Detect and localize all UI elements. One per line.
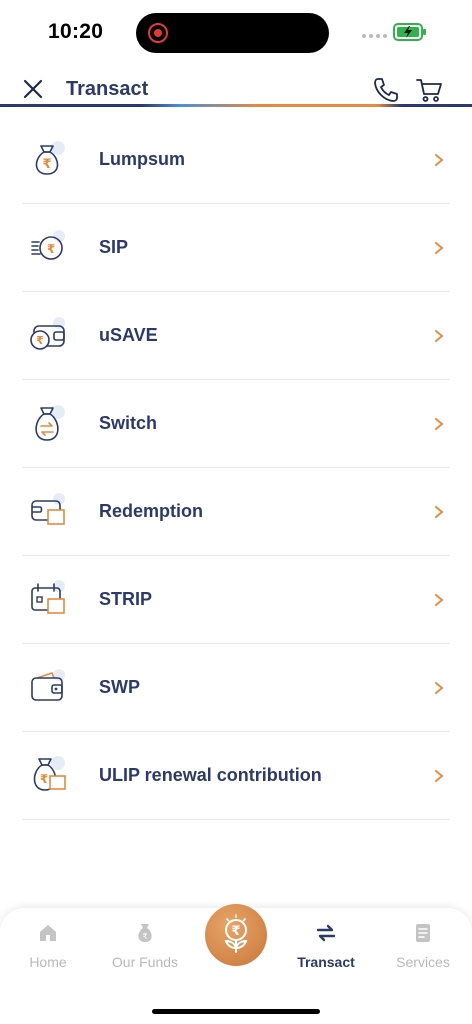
menu-item-sip[interactable]: ₹ SIP — [22, 204, 450, 292]
menu-item-label: Redemption — [99, 501, 204, 521]
nav-item-services[interactable]: Services — [375, 922, 471, 970]
chevron-right-icon — [435, 506, 443, 518]
transact-menu-list: ₹ Lumpsum ₹ SIP ₹ uSAVE Switch Redemptio… — [22, 116, 450, 820]
menu-item-redemption[interactable]: Redemption — [22, 468, 450, 556]
money-bag-switch-icon — [35, 405, 65, 441]
menu-item-switch[interactable]: Switch — [22, 380, 450, 468]
menu-item-lumpsum[interactable]: ₹ Lumpsum — [22, 116, 450, 204]
chevron-right-icon — [435, 770, 443, 782]
svg-text:₹: ₹ — [36, 334, 44, 347]
cart-icon[interactable] — [415, 76, 443, 104]
svg-text:₹: ₹ — [142, 932, 147, 941]
menu-item-usave[interactable]: ₹ uSAVE — [22, 292, 450, 380]
page-title: Transact — [66, 78, 149, 100]
calendar-wallet-icon — [31, 580, 65, 614]
transfer-arrows-icon — [316, 924, 336, 942]
svg-text:₹: ₹ — [231, 924, 240, 939]
signal-icon — [362, 34, 387, 38]
phone-icon[interactable] — [372, 76, 400, 104]
rupee-plant-icon: ₹ — [224, 914, 248, 953]
app-header: Transact — [0, 64, 472, 108]
fund-bag-icon: ₹ — [138, 924, 152, 942]
nav-item-our-funds[interactable]: ₹ Our Funds — [97, 922, 193, 970]
chevron-right-icon — [435, 682, 443, 694]
status-time: 10:20 — [48, 20, 104, 43]
money-bag-rupee-icon: ₹ — [35, 141, 65, 175]
chevron-right-icon — [435, 594, 443, 606]
status-bar: 10:20 — [0, 0, 472, 64]
nav-item-transact[interactable]: Transact — [278, 922, 374, 970]
chevron-right-icon — [435, 242, 443, 254]
nav-label: Home — [29, 954, 67, 970]
chevron-right-icon — [435, 330, 443, 342]
bottom-navigation: Home ₹ Our Funds ₹ Transact Services — [0, 904, 472, 1024]
nav-label: Our Funds — [111, 954, 179, 970]
menu-item-label: uSAVE — [99, 325, 158, 345]
chevron-right-icon — [435, 154, 443, 166]
money-bag-renewal-icon: ₹ — [33, 756, 66, 791]
wallet-rupee-icon: ₹ — [30, 317, 65, 350]
rupee-coin-stack-icon: ₹ — [31, 230, 65, 260]
nav-label: Services — [396, 954, 450, 970]
menu-item-swp[interactable]: SWP — [22, 644, 450, 732]
menu-item-label: STRIP — [99, 589, 153, 609]
nav-item-home[interactable]: Home — [0, 922, 96, 970]
chevron-right-icon — [435, 418, 443, 430]
close-icon[interactable] — [22, 78, 44, 100]
menu-item-label: Lumpsum — [99, 149, 186, 169]
menu-item-label: ULIP renewal contribution — [99, 765, 322, 785]
svg-text:₹: ₹ — [42, 157, 51, 172]
document-icon — [416, 924, 430, 942]
recording-indicator-icon — [148, 23, 168, 43]
wallet-redeem-icon — [31, 493, 65, 525]
svg-text:₹: ₹ — [47, 242, 55, 256]
center-invest-button[interactable]: ₹ — [205, 904, 267, 966]
header-divider — [0, 104, 472, 107]
menu-item-label: SWP — [99, 677, 141, 697]
home-indicator[interactable] — [152, 1009, 320, 1014]
wallet-cash-icon — [31, 669, 65, 701]
nav-label: Transact — [297, 954, 355, 970]
svg-text:₹: ₹ — [40, 772, 48, 786]
menu-item-ulip-renewal[interactable]: ₹ ULIP renewal contribution — [22, 732, 450, 820]
menu-item-label: SIP — [99, 237, 129, 257]
dynamic-island — [136, 13, 329, 53]
home-icon — [40, 925, 56, 941]
menu-item-label: Switch — [99, 413, 158, 433]
battery-icon — [393, 23, 426, 41]
menu-item-strip[interactable]: STRIP — [22, 556, 450, 644]
